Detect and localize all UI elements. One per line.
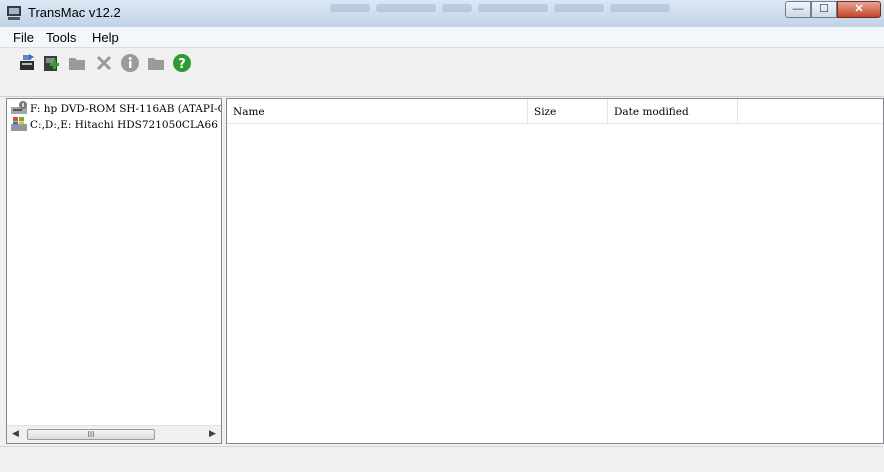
background-window-ghost — [330, 0, 730, 24]
open-drive-icon[interactable] — [17, 53, 37, 73]
status-bar — [0, 446, 884, 472]
tree-item-label: C:,D:,E: Hitachi HDS721050CLA66 — [30, 119, 218, 131]
column-date-modified[interactable]: Date modified — [608, 99, 738, 123]
dvd-drive-icon — [11, 101, 27, 114]
column-size[interactable]: Size — [528, 99, 608, 123]
tree-item-dvd-drive[interactable]: F: hp DVD-ROM SH-116AB (ATAPI-C — [11, 101, 222, 117]
new-folder-icon[interactable] — [146, 53, 166, 73]
scrollbar-thumb[interactable]: III — [27, 429, 155, 440]
title-bar[interactable]: TransMac v12.2 — ☐ ✕ — [0, 0, 884, 27]
info-icon[interactable] — [120, 53, 140, 73]
windows-drive-icon — [11, 117, 27, 131]
folder-icon[interactable] — [67, 53, 87, 73]
horizontal-scrollbar[interactable]: ◀ III ▶ — [7, 425, 221, 443]
close-button[interactable]: ✕ — [837, 1, 881, 18]
menu-help[interactable]: Help — [92, 30, 119, 45]
help-icon[interactable]: ? — [172, 53, 192, 73]
column-name[interactable]: Name — [227, 99, 528, 123]
minimize-button[interactable]: — — [785, 1, 811, 18]
menu-tools[interactable]: Tools — [46, 30, 76, 45]
menu-file[interactable]: File — [13, 30, 34, 45]
svg-text:?: ? — [178, 57, 186, 72]
list-header: Name Size Date modified — [227, 99, 883, 124]
drive-tree[interactable]: F: hp DVD-ROM SH-116AB (ATAPI-C C:,D:,E:… — [6, 98, 222, 444]
new-image-icon[interactable] — [41, 53, 61, 73]
tree-item-hard-drive[interactable]: C:,D:,E: Hitachi HDS721050CLA66 — [11, 117, 218, 133]
tree-item-label: F: hp DVD-ROM SH-116AB (ATAPI-C — [30, 103, 222, 115]
scroll-left-icon[interactable]: ◀ — [12, 428, 19, 439]
toolbar: ? — [0, 48, 884, 97]
window-title: TransMac v12.2 — [28, 5, 121, 20]
menu-bar: File Tools Help — [0, 27, 884, 48]
maximize-button[interactable]: ☐ — [811, 1, 837, 18]
delete-icon[interactable] — [94, 53, 114, 73]
file-list[interactable]: Name Size Date modified — [226, 98, 884, 444]
scroll-right-icon[interactable]: ▶ — [209, 428, 216, 439]
app-icon — [7, 6, 21, 20]
